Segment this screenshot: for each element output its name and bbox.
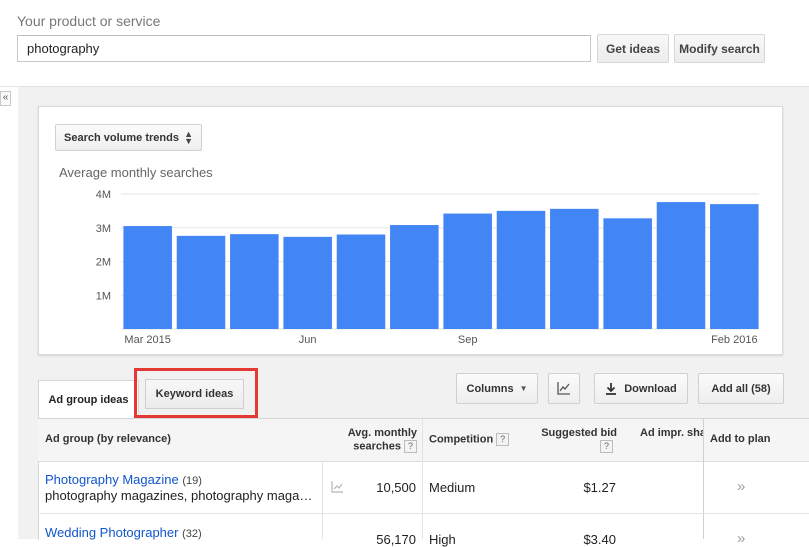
bar (710, 204, 759, 329)
table-row[interactable]: Wedding Photographer (32) (45, 525, 202, 540)
y-tick-label: 2M (96, 257, 111, 269)
help-icon[interactable]: ? (597, 440, 613, 453)
x-tick-label: Mar 2015 (124, 334, 170, 346)
column-divider (703, 419, 704, 539)
x-tick-label: Sep (458, 334, 478, 346)
header-ad-group[interactable]: Ad group (by relevance) (45, 433, 171, 445)
tab-ad-group-ideas[interactable]: Ad group ideas (38, 380, 139, 418)
y-tick-label: 4M (96, 189, 111, 201)
bar (603, 218, 652, 329)
header-ad-impr-share[interactable]: Ad impr. sha (640, 427, 703, 439)
header-avg-line2: searches (353, 440, 401, 453)
avg-monthly-searches-value: 10,500 (376, 480, 416, 495)
header-suggested-bid[interactable]: Suggested bid (520, 427, 617, 439)
bar (496, 210, 546, 329)
get-ideas-button[interactable]: Get ideas (597, 34, 669, 63)
column-divider (322, 461, 323, 539)
column-divider (422, 419, 423, 539)
bar (123, 226, 172, 329)
competition-value: Medium (429, 480, 476, 495)
monthly-searches-chart: 1M 2M 3M 4M Mar 2015 Jun Sep Feb 2016 (96, 189, 759, 346)
row-divider (38, 513, 809, 514)
y-tick-label: 3M (96, 223, 111, 235)
table-row[interactable]: Photography Magazine (19) (45, 472, 202, 487)
header-add-to-plan: Add to plan (710, 433, 771, 445)
header-avg-monthly-searches[interactable]: Avg. monthly searches? (340, 427, 417, 453)
line-chart-icon (557, 382, 570, 395)
chevron-down-icon: ▼ (519, 384, 528, 393)
columns-button[interactable]: Columns ▼ (456, 373, 538, 404)
sort-arrows-icon: ▲ ▼ (184, 129, 193, 146)
trend-chart-icon[interactable] (331, 481, 344, 493)
suggested-bid-value: $3.40 (583, 532, 616, 547)
bar (550, 208, 599, 329)
collapse-sidebar-icon[interactable]: « (0, 91, 11, 106)
download-label: Download (624, 382, 677, 395)
modify-search-button[interactable]: Modify search (674, 34, 765, 63)
ad-group-link[interactable]: Photography Magazine (45, 472, 179, 487)
chart-view-button[interactable] (548, 373, 580, 404)
trend-select-label: Search volume trends (64, 131, 179, 144)
download-icon (606, 382, 617, 395)
bar (390, 225, 439, 329)
competition-value: High (429, 532, 456, 547)
add-to-plan-icon[interactable]: » (737, 478, 745, 495)
bar (336, 234, 386, 329)
header-competition[interactable]: Competition? (429, 433, 510, 446)
bar (283, 236, 332, 329)
help-icon[interactable]: ? (496, 433, 510, 446)
header-avg-line1: Avg. monthly (347, 427, 417, 439)
download-button[interactable]: Download (594, 373, 688, 404)
product-search-input[interactable] (17, 35, 591, 62)
product-service-label: Your product or service (17, 13, 161, 29)
ad-group-keywords: photography magazines, photography maga… (45, 488, 313, 503)
columns-label: Columns (466, 382, 514, 395)
help-icon[interactable]: ? (404, 440, 417, 453)
keyword-ideas-highlight (134, 368, 258, 418)
bar (176, 235, 226, 329)
avg-monthly-searches-value: 56,170 (376, 532, 416, 547)
x-tick-label: Jun (299, 334, 317, 346)
ad-group-link[interactable]: Wedding Photographer (45, 525, 178, 540)
bar (230, 234, 279, 329)
keyword-count: (32) (182, 528, 202, 540)
keyword-count: (19) (182, 475, 202, 487)
suggested-bid-value: $1.27 (583, 480, 616, 495)
y-tick-label: 1M (96, 290, 111, 302)
search-volume-trends-select[interactable]: Search volume trends ▲ ▼ (55, 124, 202, 151)
header-competition-label: Competition (429, 433, 494, 446)
add-all-button[interactable]: Add all (58) (698, 373, 784, 404)
x-tick-label: Feb 2016 (711, 334, 757, 346)
bar (656, 202, 706, 329)
chart-title: Average monthly searches (59, 165, 213, 180)
bar (443, 213, 492, 329)
